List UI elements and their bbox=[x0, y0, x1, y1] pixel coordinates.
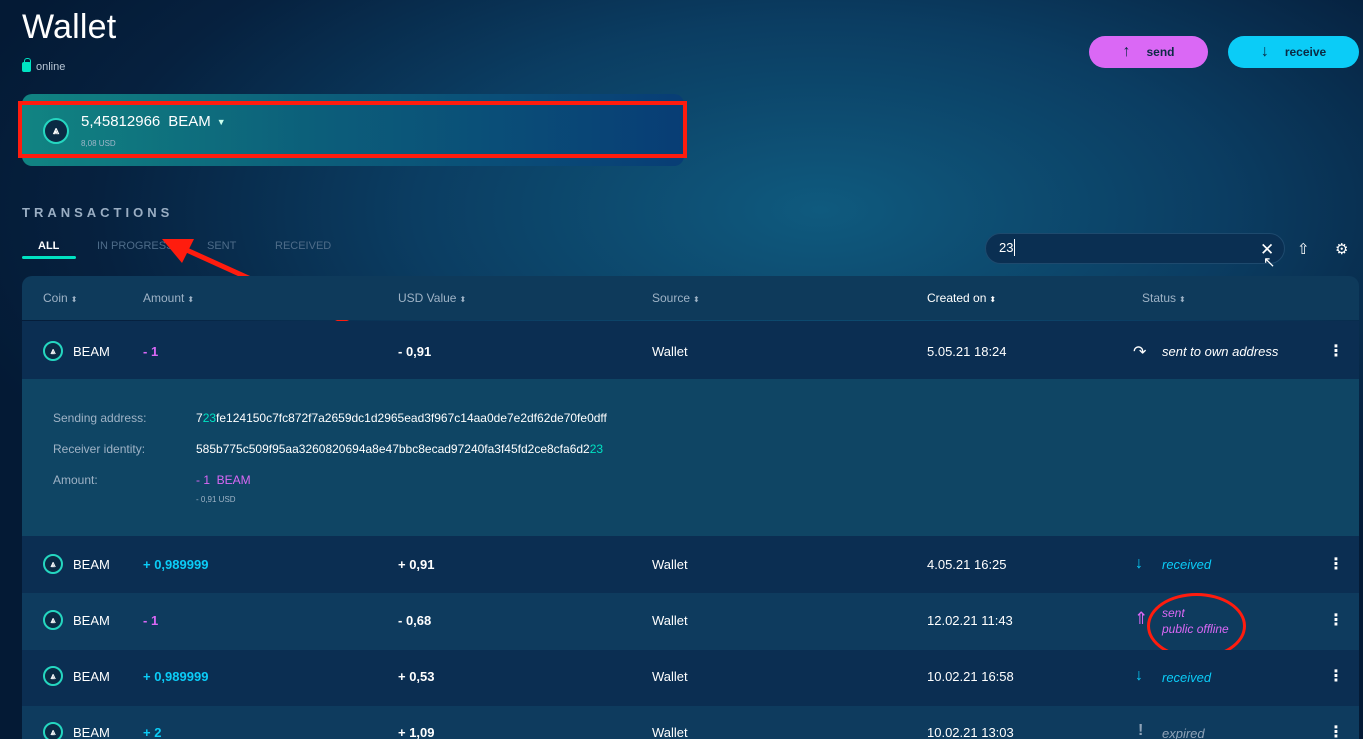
more-options-icon[interactable]: ⋮ bbox=[1328, 610, 1344, 630]
more-options-icon[interactable]: ⋮ bbox=[1328, 341, 1344, 361]
amount-value: - 1 BEAM bbox=[196, 473, 251, 487]
active-tab-indicator bbox=[22, 256, 76, 259]
more-options-icon[interactable]: ⋮ bbox=[1328, 554, 1344, 574]
search-input[interactable] bbox=[985, 233, 1285, 264]
arrow-up-icon: ↑ bbox=[1122, 43, 1131, 60]
row-amount: - 1 bbox=[143, 344, 159, 359]
row-usd-value: - 0,68 bbox=[398, 613, 432, 628]
table-row[interactable] bbox=[22, 536, 1359, 593]
transaction-details bbox=[22, 379, 1359, 536]
export-icon[interactable]: ⇧ bbox=[1297, 240, 1310, 258]
row-created-on: 12.02.21 11:43 bbox=[927, 613, 1013, 628]
row-created-on: 10.02.21 16:58 bbox=[927, 669, 1014, 684]
column-header-coin[interactable]: Coin ⬍ bbox=[43, 291, 77, 305]
text-caret bbox=[1014, 239, 1015, 256]
arrow-down-icon: ↓ bbox=[1135, 555, 1143, 572]
amount-usd: - 0,91 USD bbox=[196, 495, 236, 504]
row-usd-value: - 0,91 bbox=[398, 344, 432, 359]
row-created-on: 5.05.21 18:24 bbox=[927, 344, 1007, 359]
row-created-on: 4.05.21 16:25 bbox=[927, 557, 1007, 572]
beam-coin-icon: ⩓ bbox=[43, 341, 63, 361]
sort-icon: ⬍ bbox=[989, 295, 997, 304]
arrow-down-icon: ↓ bbox=[1260, 43, 1269, 60]
beam-coin-icon: ⩓ bbox=[43, 610, 63, 630]
sort-icon: ⬍ bbox=[459, 295, 467, 304]
receiver-identity-label: Receiver identity: bbox=[53, 442, 146, 456]
sending-address-value[interactable]: 723fe124150c7fc872f7a2659dc1d2965ead3f96… bbox=[196, 411, 607, 425]
connection-status-label: online bbox=[36, 61, 66, 73]
beam-coin-icon: ⩓ bbox=[43, 554, 63, 574]
mouse-cursor-icon: ↖ bbox=[1263, 254, 1276, 271]
row-source: Wallet bbox=[652, 669, 688, 684]
row-coin: BEAM bbox=[73, 613, 110, 628]
arrow-down-icon: ↓ bbox=[1135, 667, 1143, 684]
row-coin: BEAM bbox=[73, 557, 110, 572]
column-header-usd-value[interactable]: USD Value ⬍ bbox=[398, 291, 466, 305]
row-amount: - 1 bbox=[143, 613, 159, 628]
row-status: expired bbox=[1162, 726, 1205, 739]
sort-icon: ⬍ bbox=[70, 295, 78, 304]
column-header-amount[interactable]: Amount ⬍ bbox=[143, 291, 194, 305]
sort-icon: ⬍ bbox=[693, 295, 700, 304]
column-header-source[interactable]: Source ⬍ bbox=[652, 291, 700, 305]
amount-label: Amount: bbox=[53, 473, 98, 487]
page-title: Wallet bbox=[22, 8, 117, 46]
exclamation-icon: ! bbox=[1138, 722, 1144, 739]
beam-coin-icon: ⩓ bbox=[43, 666, 63, 686]
sort-icon: ⬍ bbox=[1179, 295, 1186, 304]
row-status: sent to own address bbox=[1162, 344, 1279, 359]
row-coin: BEAM bbox=[73, 725, 110, 739]
row-status: received bbox=[1162, 557, 1212, 572]
row-coin: BEAM bbox=[73, 344, 110, 359]
table-row[interactable] bbox=[22, 321, 1359, 379]
send-button[interactable]: ↑ send bbox=[1089, 36, 1208, 68]
row-coin: BEAM bbox=[73, 669, 110, 684]
column-header-created-on[interactable]: Created on ⬍ bbox=[927, 291, 996, 305]
more-options-icon[interactable]: ⋮ bbox=[1328, 666, 1344, 686]
row-status: received bbox=[1162, 670, 1212, 685]
row-source: Wallet bbox=[652, 557, 688, 572]
receiver-identity-value[interactable]: 585b775c509f95aa3260820694a8e47bbc8ecad9… bbox=[196, 442, 603, 456]
sending-address-label: Sending address: bbox=[53, 411, 147, 425]
row-usd-value: + 0,91 bbox=[398, 557, 435, 572]
search-input-value: 23 bbox=[999, 240, 1014, 255]
row-source: Wallet bbox=[652, 613, 688, 628]
column-header-status[interactable]: Status ⬍ bbox=[1142, 291, 1186, 305]
row-amount: + 2 bbox=[143, 725, 162, 739]
sent-to-self-icon: ↷ bbox=[1133, 344, 1147, 361]
filter-settings-icon[interactable]: ⚙ bbox=[1335, 240, 1348, 258]
row-amount: + 0,989999 bbox=[143, 669, 209, 684]
tab-all[interactable]: ALL bbox=[38, 240, 59, 252]
sort-icon: ⬍ bbox=[187, 295, 195, 304]
row-source: Wallet bbox=[652, 344, 688, 359]
transactions-title: TRANSACTIONS bbox=[22, 205, 174, 220]
row-usd-value: + 0,53 bbox=[398, 669, 435, 684]
lock-icon bbox=[22, 58, 31, 72]
receive-button-label: receive bbox=[1284, 45, 1327, 59]
annotation-highlight-box bbox=[18, 101, 687, 158]
row-created-on: 10.02.21 13:03 bbox=[927, 725, 1014, 739]
beam-coin-icon: ⩓ bbox=[43, 722, 63, 739]
table-row[interactable] bbox=[22, 706, 1359, 739]
table-row[interactable] bbox=[22, 650, 1359, 706]
row-amount: + 0,989999 bbox=[143, 557, 209, 572]
more-options-icon[interactable]: ⋮ bbox=[1328, 722, 1344, 739]
row-usd-value: + 1,09 bbox=[398, 725, 435, 739]
send-button-label: send bbox=[1146, 45, 1175, 59]
row-source: Wallet bbox=[652, 725, 688, 739]
receive-button[interactable]: ↓ receive bbox=[1228, 36, 1359, 68]
connection-status: online bbox=[22, 58, 66, 73]
